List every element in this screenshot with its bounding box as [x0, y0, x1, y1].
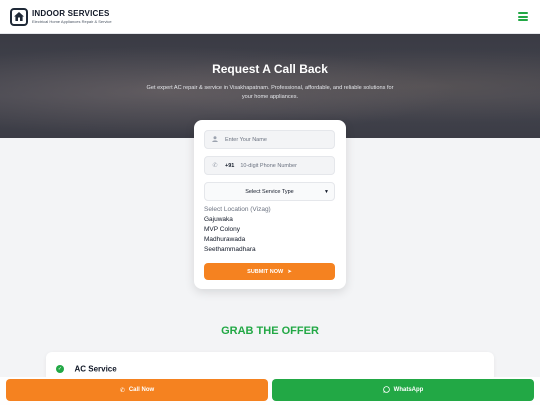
- user-icon: [211, 135, 219, 144]
- service-type-select[interactable]: Select Service Type ▼: [204, 182, 335, 201]
- chevron-down-icon: ▼: [324, 188, 329, 195]
- check-circle-icon: ✓: [56, 364, 64, 373]
- name-placeholder: Enter Your Name: [225, 136, 267, 143]
- phone-icon: ✆: [119, 387, 125, 394]
- whatsapp-button[interactable]: WhatsApp: [272, 379, 534, 401]
- hero-title: Request A Call Back: [212, 62, 328, 76]
- phone-prefix: +91: [225, 162, 235, 169]
- house-icon[interactable]: [10, 7, 28, 26]
- brand-title: INDOOR SERVICES: [32, 8, 110, 18]
- bottom-action-bar: ✆ Call Now WhatsApp: [0, 377, 540, 405]
- offer-heading: GRAB THE OFFER: [221, 325, 319, 337]
- brand-subtitle: Electrical Home Appliances Repair & Serv…: [32, 18, 112, 24]
- hamburger-menu-icon[interactable]: [518, 12, 528, 21]
- location-item[interactable]: Madhurawada: [204, 235, 336, 245]
- location-list[interactable]: Select Location (Vizag) Gajuwaka MVP Col…: [204, 205, 336, 255]
- location-item[interactable]: MVP Colony: [204, 225, 336, 235]
- submit-button[interactable]: SUBMIT NOW ➤: [204, 263, 335, 280]
- service-select-value: Select Service Type: [245, 188, 294, 195]
- callback-form: Enter Your Name ✆ +91 10-digit Phone Num…: [194, 120, 346, 289]
- submit-label: SUBMIT NOW: [247, 268, 284, 275]
- site-header: INDOOR SERVICES Electrical Home Applianc…: [0, 0, 540, 34]
- name-field[interactable]: Enter Your Name: [204, 130, 335, 149]
- service-title: AC Service: [74, 364, 117, 374]
- hero-description: Get expert AC repair & service in Visakh…: [146, 85, 394, 100]
- send-icon: ➤: [287, 268, 292, 275]
- phone-field[interactable]: ✆ +91 10-digit Phone Number: [204, 156, 335, 175]
- phone-icon: ✆: [212, 163, 218, 169]
- call-now-button[interactable]: ✆ Call Now: [6, 379, 268, 401]
- phone-placeholder: 10-digit Phone Number: [240, 162, 297, 169]
- location-item[interactable]: Gajuwaka: [204, 215, 336, 225]
- whatsapp-icon: [382, 385, 390, 395]
- location-title: Select Location (Vizag): [204, 206, 271, 213]
- whatsapp-label: WhatsApp: [393, 387, 424, 393]
- call-now-label: Call Now: [128, 387, 155, 393]
- brand[interactable]: INDOOR SERVICES Electrical Home Applianc…: [32, 8, 112, 24]
- location-item[interactable]: Seethammadhara: [204, 245, 336, 255]
